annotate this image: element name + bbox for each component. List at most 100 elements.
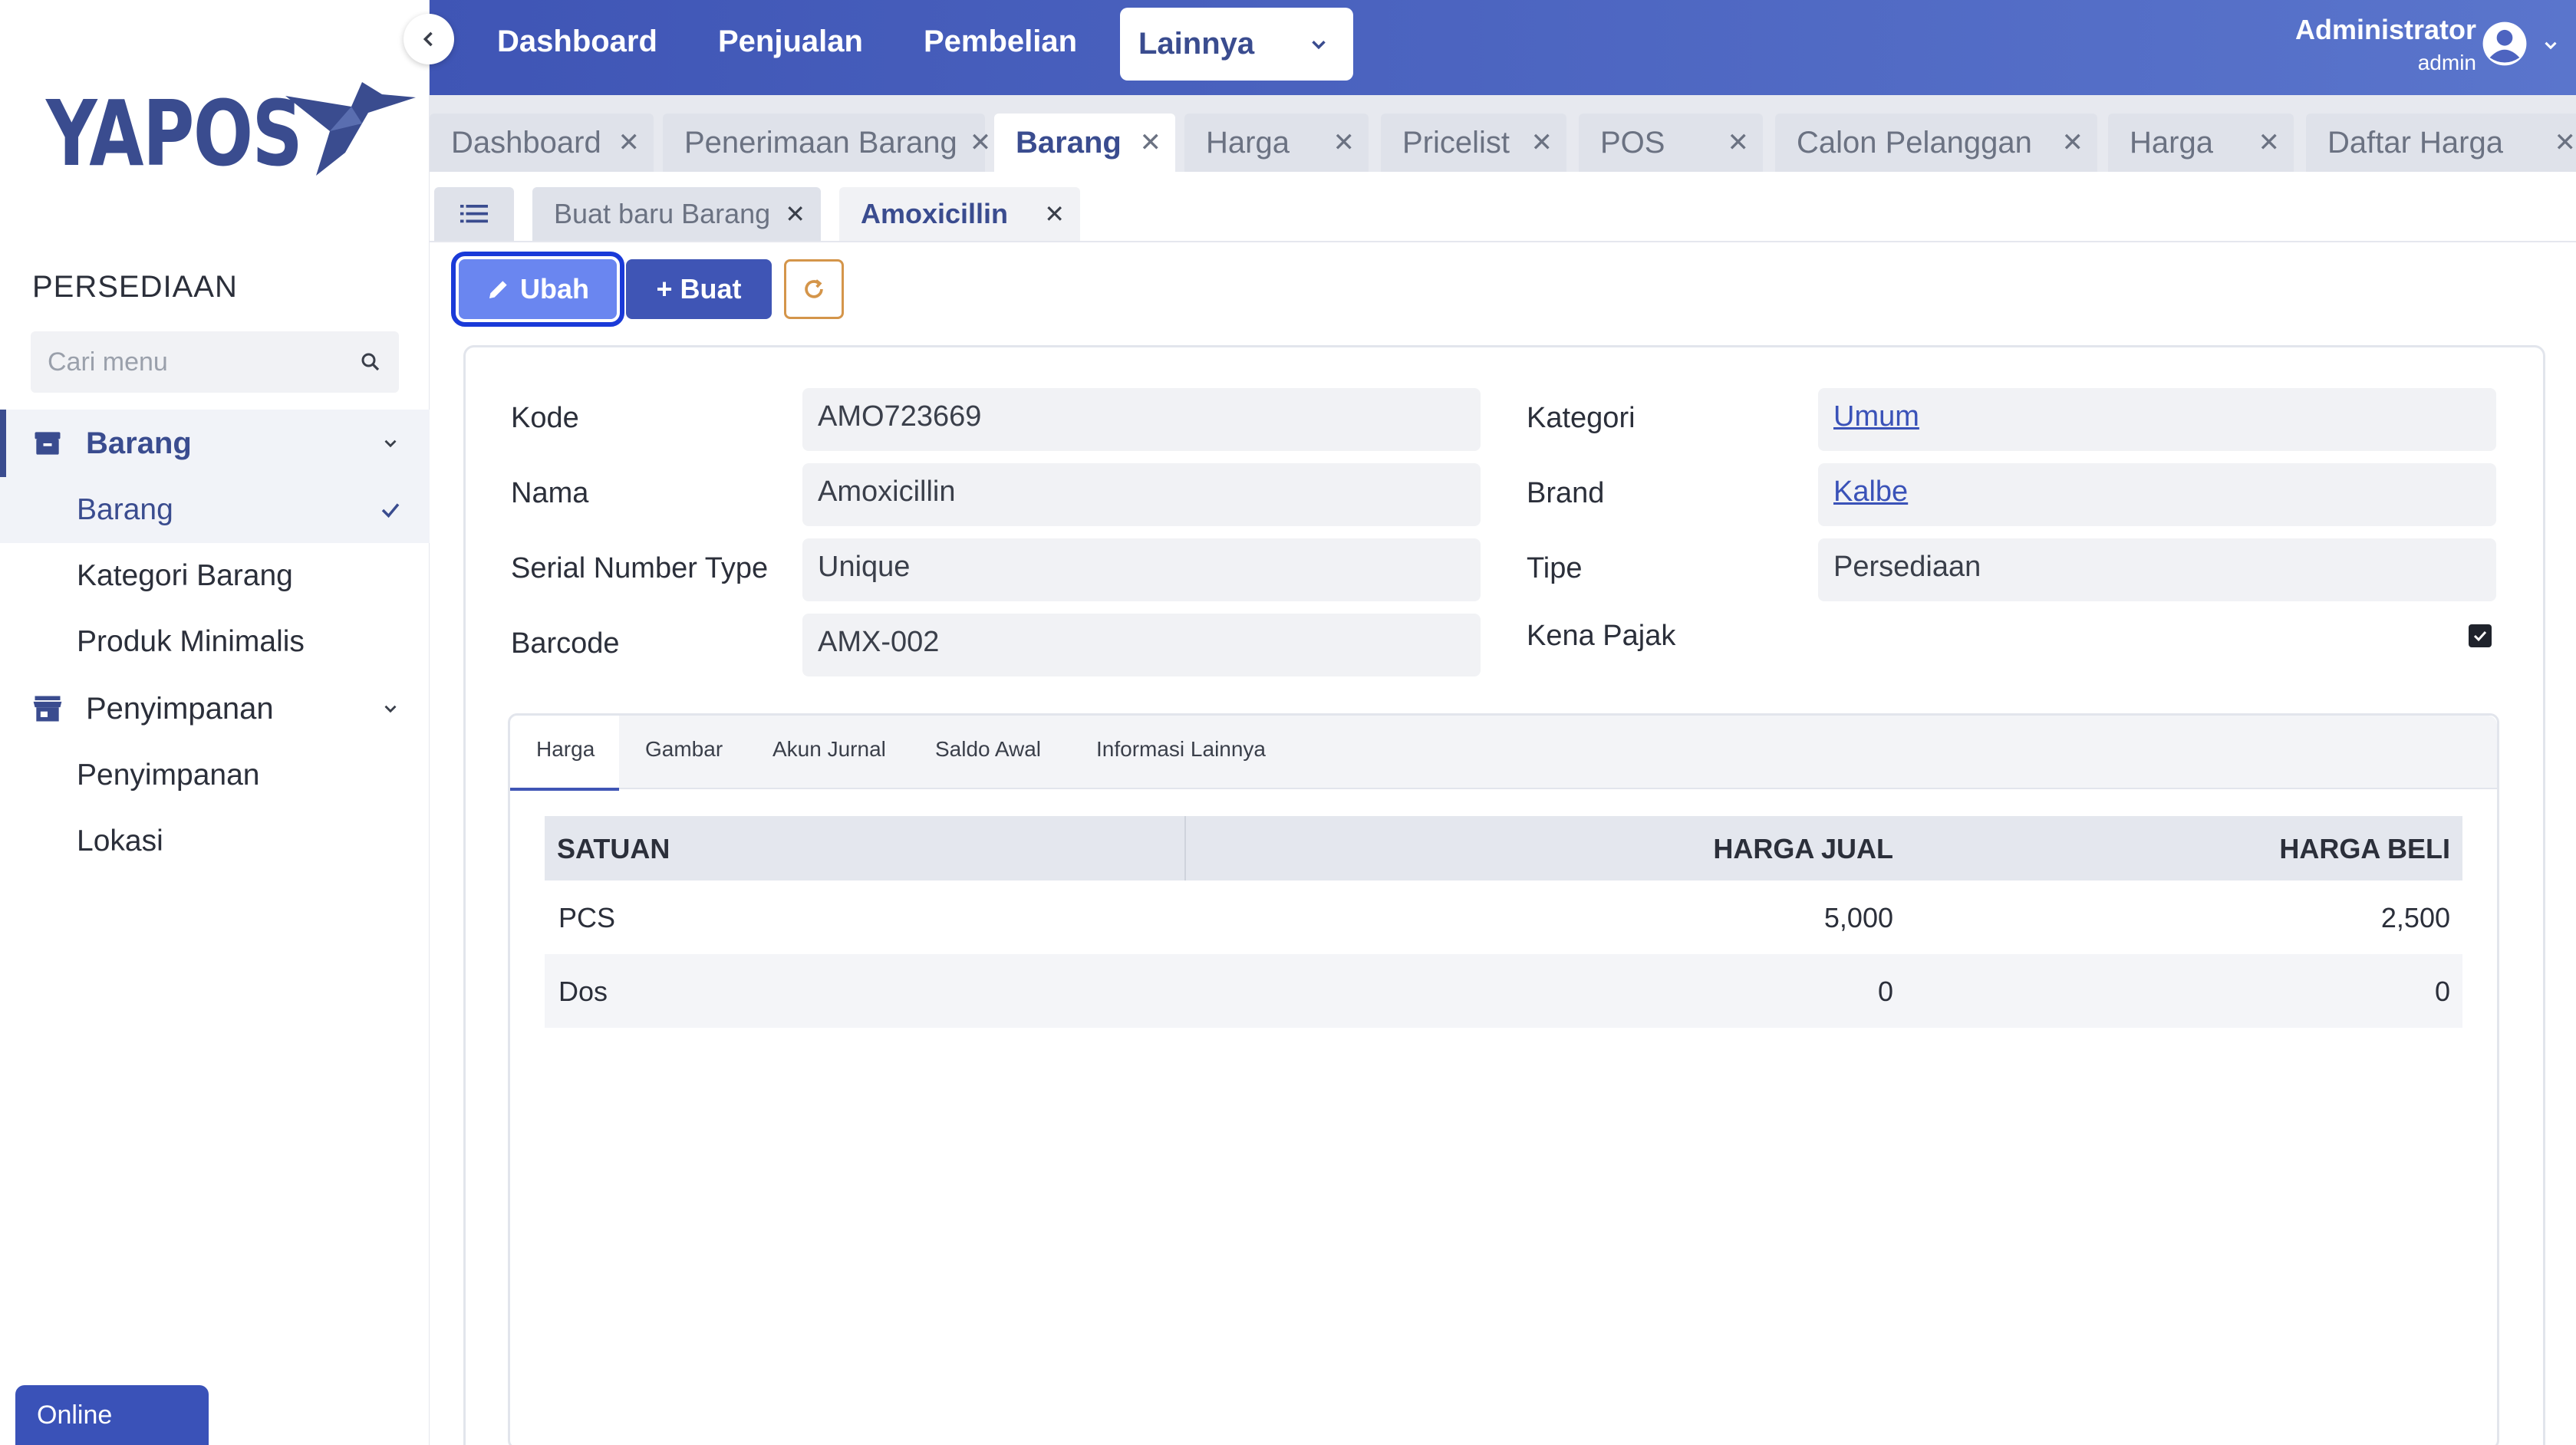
tab-daftar-harga[interactable]: Daftar Harga ✕: [2306, 114, 2576, 172]
sidebar-item-label: Penyimpanan: [77, 759, 260, 792]
barcode-field[interactable]: AMX-002: [802, 614, 1481, 676]
archive-icon: [35, 432, 61, 455]
check-icon: [381, 503, 400, 518]
column-divider[interactable]: [1184, 816, 1186, 880]
record-tabs-bar: Buat baru Barang ✕ Amoxicillin ✕: [430, 172, 2576, 242]
detail-tabs-bar: Harga Gambar Akun Jurnal Saldo Awal Info…: [510, 716, 2497, 791]
kategori-label: Kategori: [1527, 402, 1636, 434]
close-icon[interactable]: ✕: [2555, 127, 2576, 158]
tab-harga[interactable]: Harga ✕: [1184, 114, 1369, 172]
tab-saldo-awal[interactable]: Saldo Awal: [935, 737, 1041, 762]
sidebar-item-penyimpanan[interactable]: Penyimpanan: [0, 742, 430, 808]
chevron-left-icon: [423, 31, 433, 47]
tipe-field[interactable]: Persediaan: [1818, 538, 2496, 601]
section-title: PERSEDIAAN: [32, 270, 238, 304]
sidebar-item-produk-minimalis[interactable]: Produk Minimalis: [0, 609, 430, 675]
tipe-label: Tipe: [1527, 552, 1583, 584]
price-table-header: SATUAN HARGA JUAL HARGA BELI: [545, 816, 2462, 880]
tab-dashboard[interactable]: Dashboard ✕: [430, 114, 654, 172]
tab-gambar[interactable]: Gambar: [645, 737, 723, 762]
kena-pajak-checkbox[interactable]: [2469, 624, 2492, 647]
user-name[interactable]: Administrator: [2295, 14, 2476, 46]
column-header-harga-beli[interactable]: HARGA BELI: [2279, 833, 2450, 865]
menu-search-placeholder: Cari menu: [48, 347, 168, 377]
tab-harga-2[interactable]: Harga ✕: [2108, 114, 2294, 172]
sidebar: YAPOS PERSEDIAAN Cari menu Barang Barang…: [0, 0, 430, 1445]
sidebar-item-barang[interactable]: Barang: [0, 477, 430, 543]
close-icon[interactable]: ✕: [1140, 127, 1162, 158]
cell-satuan: Dos: [558, 976, 608, 1007]
nama-field[interactable]: Amoxicillin: [802, 463, 1481, 526]
close-icon[interactable]: ✕: [1044, 199, 1065, 229]
kode-field[interactable]: AMO723669: [802, 388, 1481, 451]
refresh-icon: [805, 279, 823, 298]
tab-label: Barang: [1016, 125, 1122, 160]
menu-search-input[interactable]: Cari menu: [31, 331, 399, 393]
tab-calon-pelanggan[interactable]: Calon Pelanggan ✕: [1775, 114, 2097, 172]
tab-label: Pricelist: [1402, 125, 1510, 160]
column-header-satuan[interactable]: SATUAN: [557, 833, 670, 865]
serial-number-type-label: Serial Number Type: [511, 552, 769, 584]
nav-dashboard[interactable]: Dashboard: [497, 25, 657, 59]
sidebar-collapse-button[interactable]: [404, 14, 454, 64]
list-view-button[interactable]: [434, 187, 514, 241]
nama-label: Nama: [511, 477, 589, 509]
table-row[interactable]: Dos 0 0: [545, 954, 2462, 1028]
chevron-down-icon: [384, 705, 397, 713]
tab-label: Dashboard: [451, 125, 601, 160]
bird-logo-icon: [285, 82, 416, 176]
tab-label: Daftar Harga: [2327, 125, 2503, 160]
kategori-link[interactable]: Umum: [1818, 388, 2496, 451]
sidebar-item-label: Lokasi: [77, 825, 163, 857]
close-icon[interactable]: ✕: [1333, 127, 1356, 158]
nav-lainnya-dropdown[interactable]: Lainnya: [1120, 8, 1353, 81]
tab-harga-detail[interactable]: Harga: [536, 737, 595, 762]
table-row[interactable]: PCS 5,000 2,500: [545, 880, 2462, 954]
subtab-buat-baru-barang[interactable]: Buat baru Barang ✕: [532, 187, 821, 241]
top-navbar: Dashboard Penjualan Pembelian Lainnya Ad…: [430, 0, 2576, 95]
sidebar-group-penyimpanan[interactable]: Penyimpanan: [0, 675, 430, 742]
tab-akun-jurnal[interactable]: Akun Jurnal: [772, 737, 886, 762]
sidebar-item-kategori-barang[interactable]: Kategori Barang: [0, 543, 430, 609]
nav-pembelian[interactable]: Pembelian: [924, 25, 1077, 59]
refresh-button[interactable]: [784, 259, 844, 319]
close-icon[interactable]: ✕: [785, 199, 805, 229]
close-icon[interactable]: ✕: [2062, 127, 2084, 158]
tab-pricelist[interactable]: Pricelist ✕: [1381, 114, 1566, 172]
close-icon[interactable]: ✕: [1531, 127, 1553, 158]
sidebar-item-lokasi[interactable]: Lokasi: [0, 808, 430, 874]
user-avatar-icon[interactable]: [2481, 20, 2528, 67]
create-button[interactable]: + Buat: [626, 259, 772, 319]
tab-penerimaan-barang[interactable]: Penerimaan Barang ✕: [663, 114, 991, 172]
edit-button[interactable]: Ubah: [451, 252, 624, 327]
sidebar-group-label: Barang: [86, 426, 192, 460]
tab-label: Harga: [2130, 125, 2213, 160]
pencil-icon: [489, 281, 507, 298]
tab-pos[interactable]: POS ✕: [1579, 114, 1763, 172]
serial-number-type-field[interactable]: Unique: [802, 538, 1481, 601]
close-icon[interactable]: ✕: [970, 127, 992, 158]
tab-barang[interactable]: Barang ✕: [994, 114, 1175, 172]
brand-label: Brand: [1527, 477, 1605, 509]
kode-label: Kode: [511, 402, 579, 434]
cell-harga-beli: 2,500: [2380, 902, 2450, 933]
subtab-label: Buat baru Barang: [554, 198, 771, 229]
column-header-harga-jual[interactable]: HARGA JUAL: [1713, 833, 1893, 865]
close-icon[interactable]: ✕: [618, 127, 641, 158]
sidebar-group-barang[interactable]: Barang: [0, 410, 430, 477]
barcode-label: Barcode: [511, 627, 620, 660]
store-icon: [33, 696, 62, 722]
tab-informasi-lainnya[interactable]: Informasi Lainnya: [1096, 737, 1266, 762]
online-status-badge[interactable]: Online: [15, 1385, 209, 1445]
brand-link[interactable]: Kalbe: [1818, 463, 2496, 526]
open-tabs-bar: Dashboard ✕ Penerimaan Barang ✕ Barang ✕ Ha…: [430, 95, 2576, 172]
tab-label: Penerimaan Barang: [684, 125, 957, 160]
chevron-down-icon[interactable]: [2541, 35, 2561, 55]
close-icon[interactable]: ✕: [2258, 127, 2281, 158]
nav-dropdown-label: Lainnya: [1138, 27, 1255, 61]
nav-penjualan[interactable]: Penjualan: [718, 25, 863, 59]
logo: YAPOS: [46, 81, 416, 186]
subtab-amoxicillin[interactable]: Amoxicillin ✕: [839, 187, 1080, 241]
close-icon[interactable]: ✕: [1728, 127, 1750, 158]
create-button-label: + Buat: [656, 273, 742, 304]
